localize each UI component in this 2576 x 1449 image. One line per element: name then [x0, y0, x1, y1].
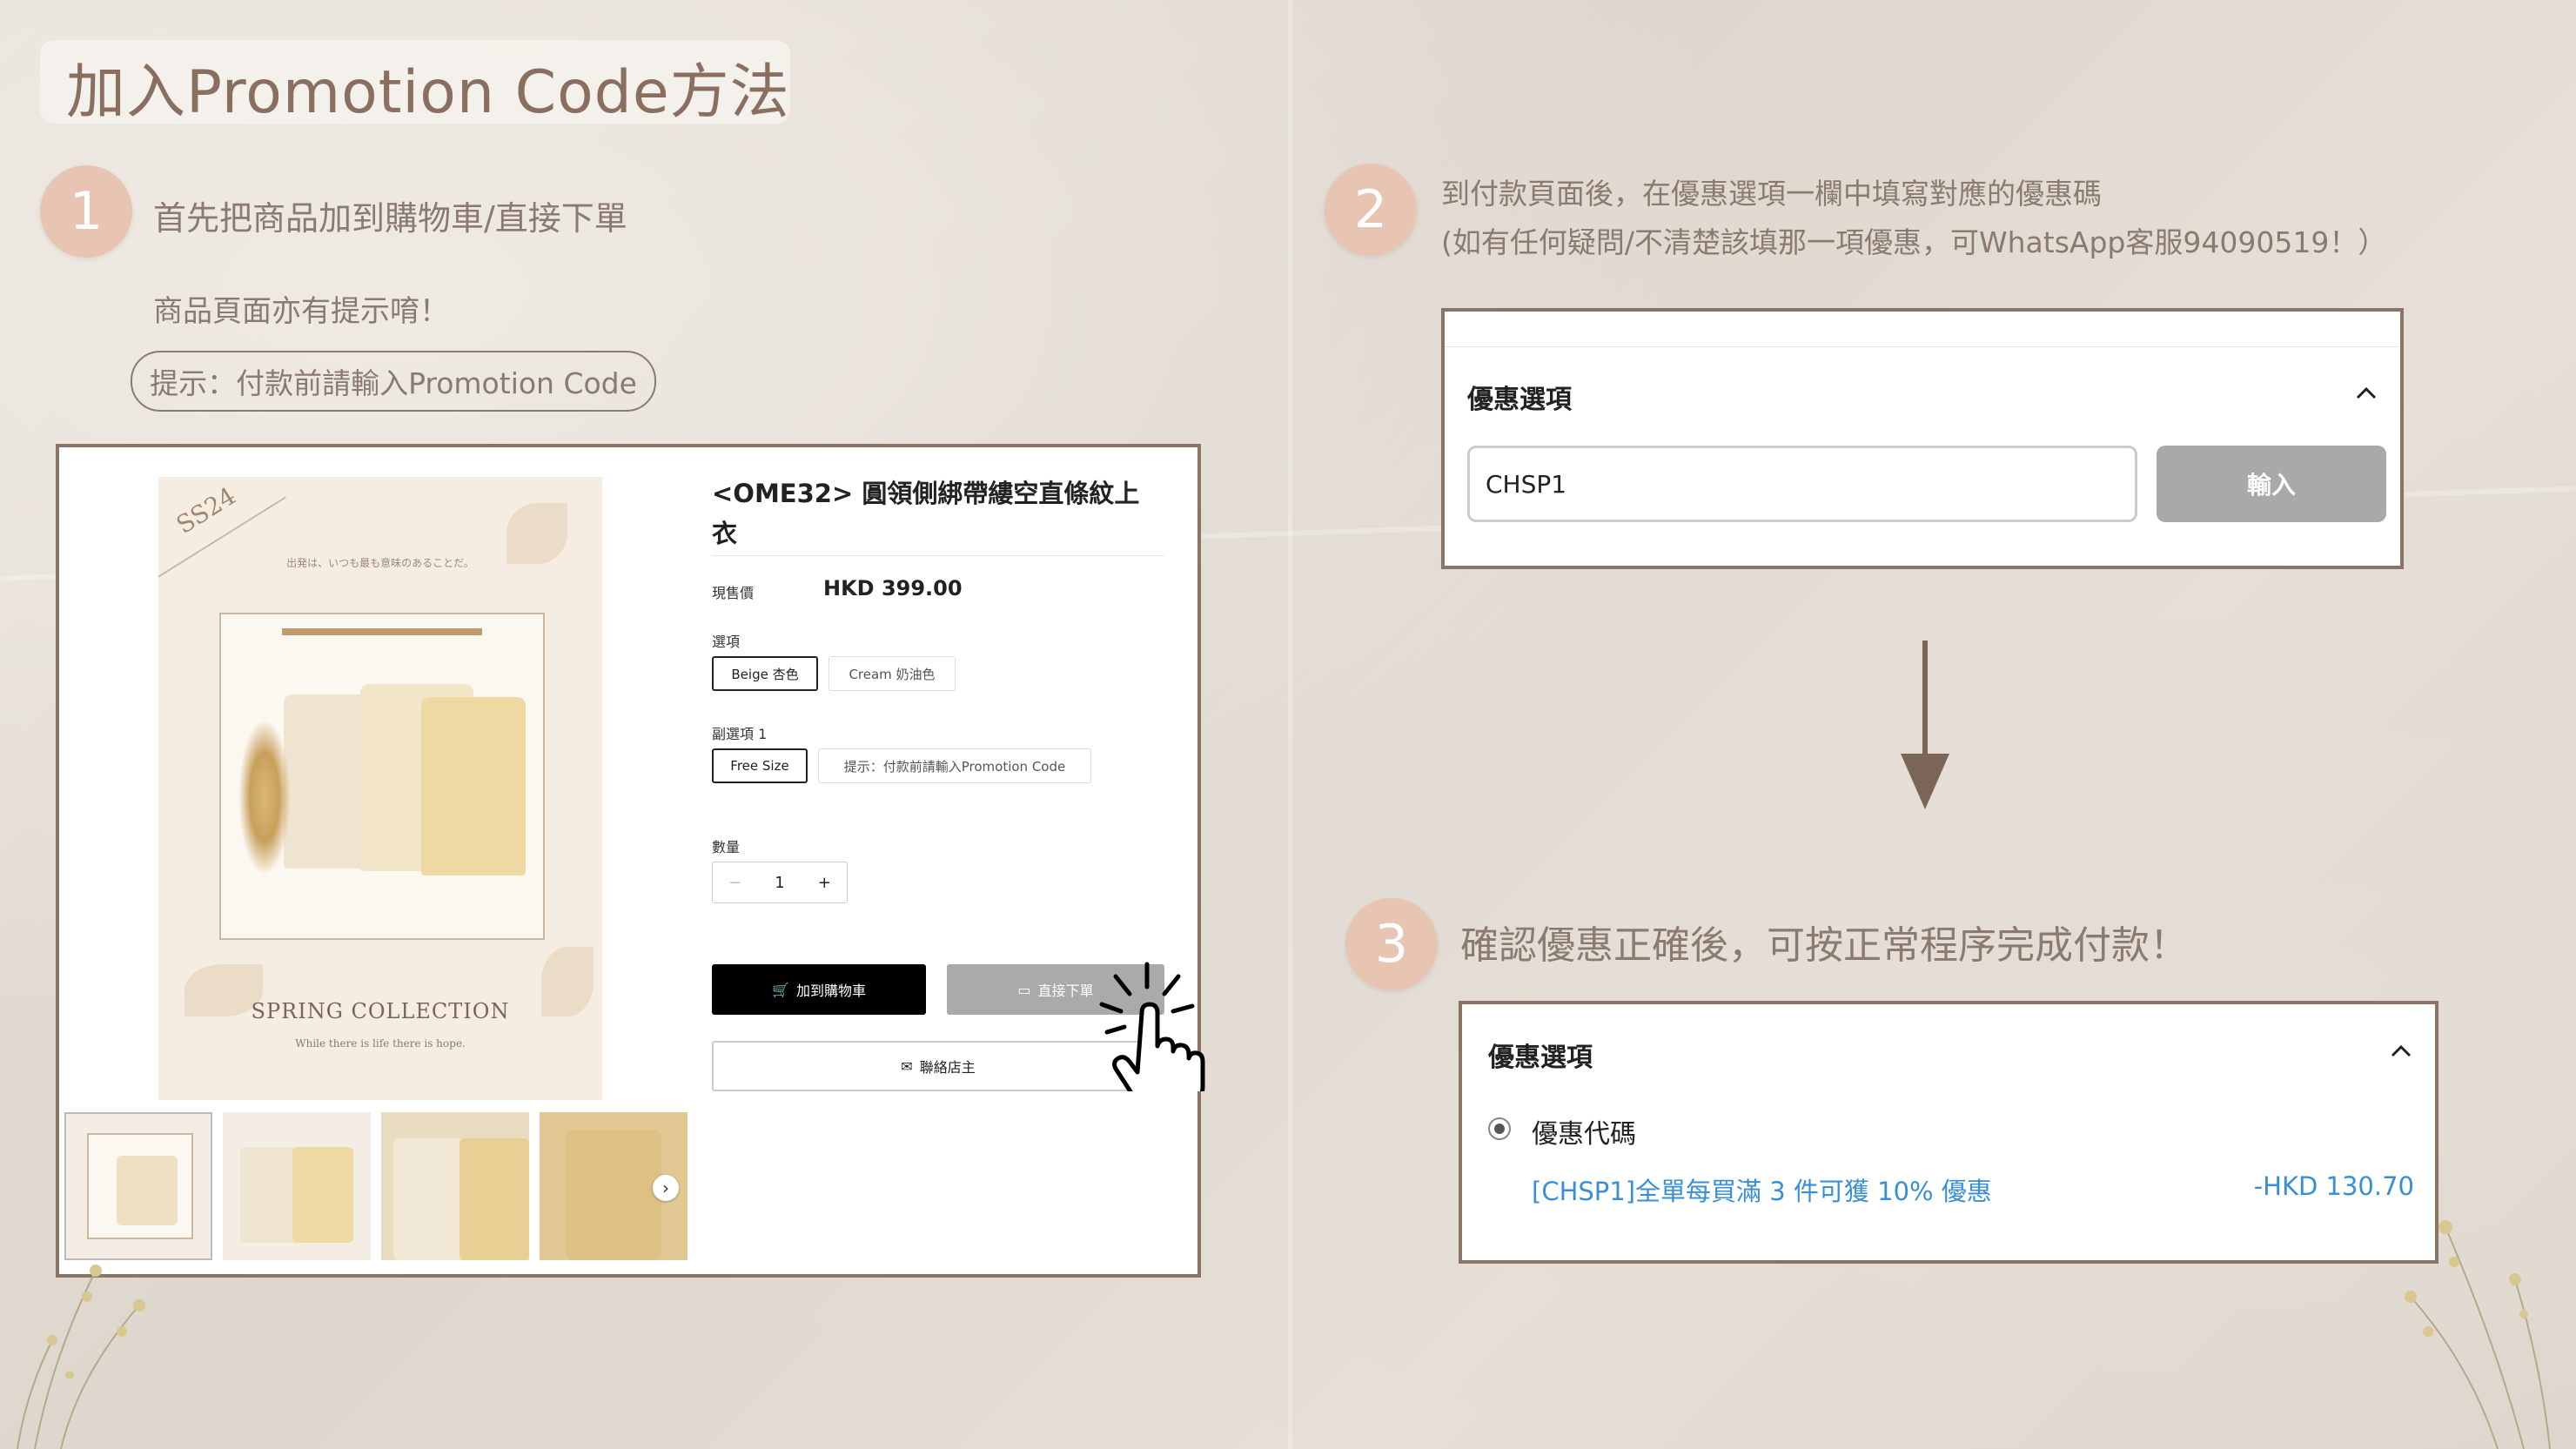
suboption-promo-hint[interactable]: 提示：付款前請輸入Promotion Code	[818, 748, 1091, 783]
panel-divider	[1445, 346, 2400, 347]
promo-code-radio[interactable]	[1488, 1117, 1511, 1140]
card-icon: ▭	[1017, 981, 1031, 998]
arrow-down-icon	[1901, 641, 1949, 809]
step-2-line1: 到付款頁面後，在優惠選項一欄中填寫對應的優惠碼	[1441, 177, 2102, 211]
add-to-cart-label: 加到購物車	[795, 983, 866, 999]
product-price: HKD 399.00	[823, 576, 963, 600]
hand-pointer-icon	[1099, 962, 1205, 1091]
quantity-minus-button[interactable]: −	[713, 874, 757, 892]
cart-icon: 🛒	[772, 981, 789, 998]
suboption-free-size[interactable]: Free Size	[712, 748, 808, 783]
chevron-up-icon[interactable]	[2390, 1043, 2412, 1058]
product-photo	[219, 613, 545, 940]
promo-code-option-label: 優惠代碼	[1532, 1119, 1636, 1150]
step-3-badge: 3	[1345, 898, 1438, 990]
promo-section-title: 優惠選項	[1488, 1043, 1593, 1073]
product-title: <OME32> 圓領側綁帶縷空直條紋上衣	[712, 479, 1140, 548]
step-2-line2: (如有任何疑問/不清楚該填那一項優惠，可WhatsApp客服94090519！）	[1441, 225, 2387, 259]
option-label: 選項	[712, 634, 741, 650]
thumbnail-4[interactable]: ›	[540, 1112, 688, 1260]
promotion-hint-pill: 提示：付款前請輸入Promotion Code	[131, 351, 656, 412]
mail-icon: ✉	[901, 1057, 913, 1075]
contact-label: 聯絡店主	[919, 1059, 976, 1076]
floral-decoration	[17, 1265, 145, 1449]
chevron-up-icon[interactable]	[2355, 385, 2378, 400]
paper-texture	[1288, 0, 1292, 1449]
promo-input-panel: 優惠選項 CHSP1 輸入	[1441, 308, 2404, 569]
product-page-screenshot: SS24 出発は、いつも最も意味のあることだ。 SPRING COLLECTIO…	[56, 444, 1205, 1278]
add-to-cart-button[interactable]: 🛒 加到購物車	[712, 964, 926, 1015]
step-3-text: 確認優惠正確後，可按正常程序完成付款！	[1460, 923, 2188, 968]
step-1-subtext: 商品頁面亦有提示唷！	[153, 294, 449, 329]
promo-section-title: 優惠選項	[1467, 385, 1572, 415]
promo-description: [CHSP1]全單每買滿 3 件可獲 10% 優惠	[1532, 1177, 1992, 1206]
step-1-text: 首先把商品加到購物車/直接下單	[153, 199, 627, 238]
quantity-plus-button[interactable]: +	[802, 874, 847, 892]
price-label: 現售價	[712, 585, 755, 601]
title-divider	[712, 555, 1164, 556]
product-main-image: SS24 出発は、いつも最も意味のあることだ。 SPRING COLLECTIO…	[158, 477, 602, 1100]
promo-code-input[interactable]: CHSP1	[1467, 446, 2137, 522]
option-cream[interactable]: Cream 奶油色	[828, 656, 956, 691]
apply-promo-button[interactable]: 輸入	[2157, 446, 2386, 522]
quantity-stepper[interactable]: − 1 +	[712, 862, 848, 903]
step-2-badge: 2	[1325, 164, 1417, 256]
poster-collection: SPRING COLLECTION	[251, 999, 510, 1023]
option-beige[interactable]: Beige 杏色	[712, 656, 818, 691]
quantity-value: 1	[775, 873, 785, 892]
floral-decoration	[2405, 1220, 2551, 1449]
poster-collection-sub: While there is life there is hope.	[295, 1037, 466, 1050]
buy-now-label: 直接下單	[1037, 983, 1094, 999]
promo-confirm-panel: 優惠選項 優惠代碼 [CHSP1]全單每買滿 3 件可獲 10% 優惠 -HKD…	[1459, 1001, 2438, 1264]
page-title: 加入Promotion Code方法	[66, 58, 790, 127]
thumbnail-2[interactable]	[223, 1112, 371, 1260]
quantity-label: 數量	[712, 839, 741, 855]
suboption-label: 副選項 1	[712, 726, 768, 742]
step-1-badge: 1	[40, 165, 132, 258]
thumbnail-3[interactable]	[381, 1112, 529, 1260]
chevron-right-icon[interactable]: ›	[653, 1175, 679, 1201]
